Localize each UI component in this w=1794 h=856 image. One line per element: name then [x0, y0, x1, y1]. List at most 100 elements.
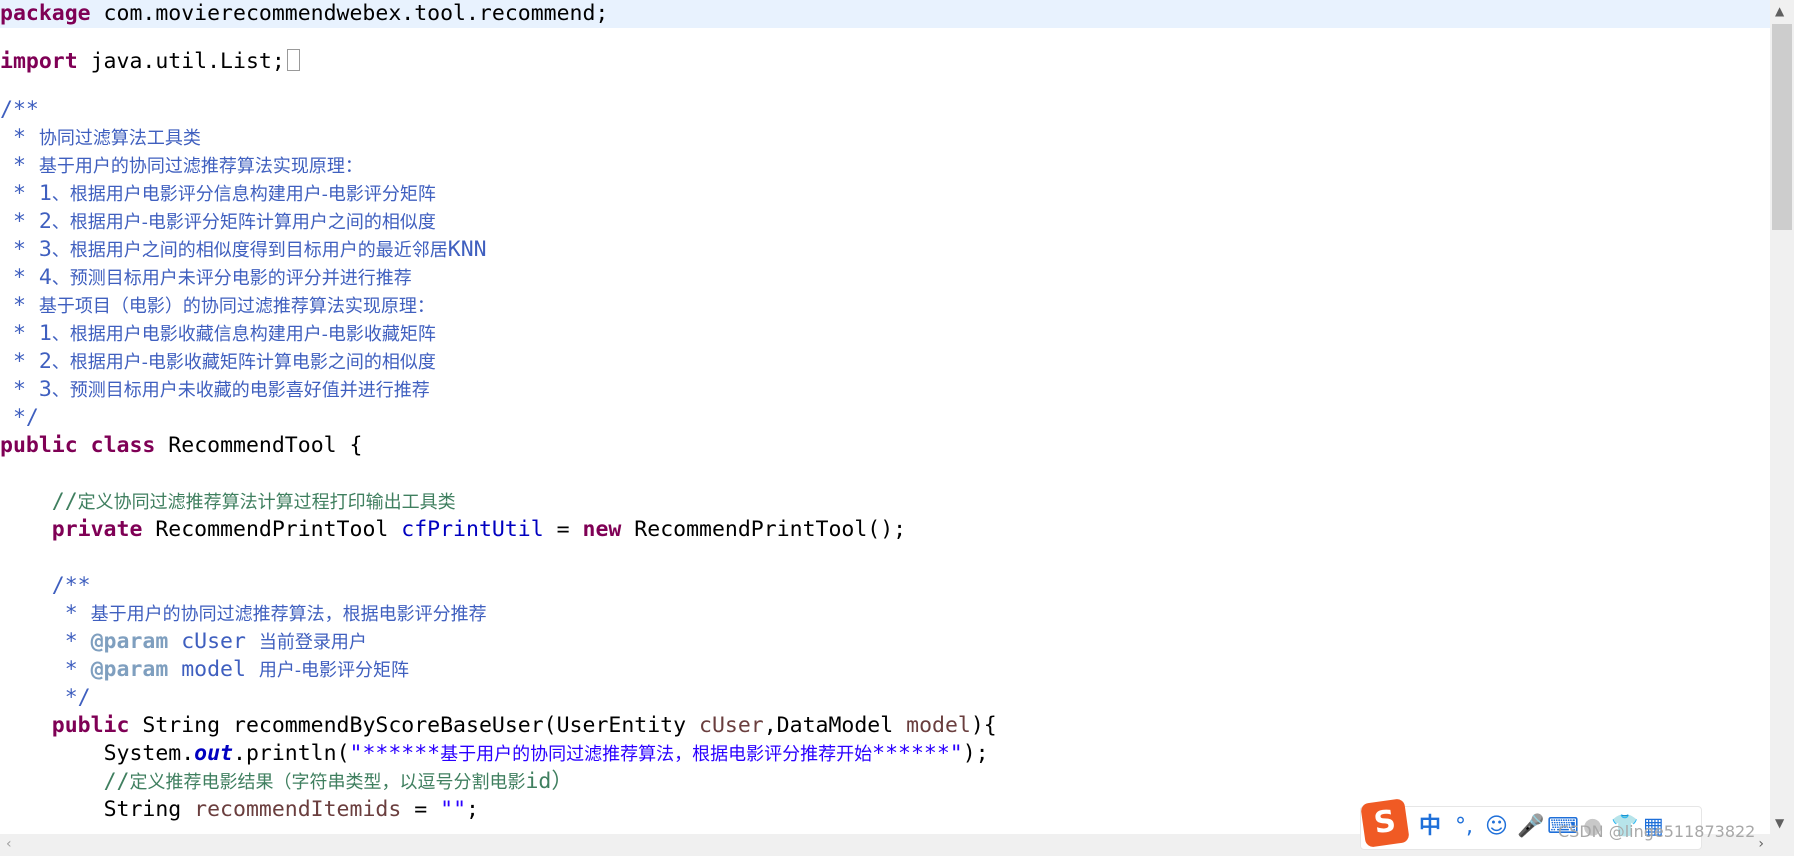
keyword-public: public [51, 713, 130, 738]
sogou-logo-icon[interactable]: S [1360, 798, 1410, 848]
println-end: ); [962, 741, 989, 766]
static-field-out: out [194, 741, 234, 766]
javadoc-number: 2 [38, 209, 52, 234]
comment-slash: // [103, 769, 130, 794]
javadoc-text: 基于用户的协同过滤推荐算法实现原理： [38, 156, 363, 177]
code-editor[interactable]: package com.movierecommendwebex.tool.rec… [0, 0, 1770, 834]
scroll-left-icon[interactable]: ‹ [6, 836, 12, 852]
javadoc-line: * 1、根据用户电影收藏信息构建用户-电影收藏矩阵 [0, 321, 436, 346]
javadoc-close-text: */ [0, 405, 39, 430]
code-line-comment: //定义协同过滤推荐算法计算过程打印输出工具类 [0, 488, 1770, 516]
variable-type: String [103, 797, 195, 822]
javadoc-line: * 基于项目（电影）的协同过滤推荐算法实现原理： [0, 293, 435, 318]
param-cuser: cUser [699, 713, 764, 738]
keyword-package: package [0, 1, 91, 26]
class-name: RecommendTool { [155, 433, 363, 458]
folded-imports-marker[interactable] [286, 49, 300, 71]
comment-slash: // [51, 489, 78, 514]
javadoc-param-name: model [168, 657, 259, 682]
javadoc-number: 3 [38, 377, 52, 402]
javadoc-text: 、根据用户电影收藏信息构建用户-电影收藏矩阵 [51, 324, 436, 345]
javadoc-number: 3 [38, 237, 52, 262]
chinese-mode-icon[interactable]: 中 [1419, 814, 1441, 840]
field-type: RecommendPrintTool [142, 517, 402, 542]
javadoc-close: */ [0, 404, 1770, 432]
javadoc-param-tag: @param [90, 629, 169, 654]
scroll-down-icon[interactable]: ▼ [1775, 816, 1784, 830]
method-javadoc-close: */ [0, 684, 1770, 712]
javadoc-line: * 3、预测目标用户未收藏的电影喜好值并进行推荐 [0, 377, 430, 402]
scroll-up-icon[interactable]: ▲ [1775, 4, 1784, 18]
javadoc-text: 、预测目标用户未评分电影的评分并进行推荐 [51, 268, 412, 289]
javadoc-param-desc: 当前登录用户 [258, 632, 367, 653]
javadoc-open-text: /** [0, 97, 39, 122]
javadoc-line: * 2、根据用户-电影评分矩阵计算用户之间的相似度 [0, 209, 436, 234]
javadoc-line: * 2、根据用户-电影收藏矩阵计算电影之间的相似度 [0, 349, 436, 374]
javadoc-param-desc: 用户-电影评分矩阵 [258, 660, 409, 681]
variable-assign: = [401, 797, 441, 822]
string-literal-cn: 基于用户的协同过滤推荐算法，根据电影评分推荐开始 [440, 744, 873, 765]
field-assign: = [543, 517, 583, 542]
method-javadoc-param: * @param model 用户-电影评分矩阵 [0, 657, 409, 682]
microphone-icon[interactable]: 🎤 [1517, 814, 1544, 840]
punctuation-icon[interactable]: °, [1455, 814, 1473, 840]
string-literal: "****** [349, 741, 441, 766]
variable-name: recommendItemids [194, 797, 402, 822]
javadoc-text: 、根据用户电影评分信息构建用户-电影评分矩阵 [51, 184, 436, 205]
javadoc-text: 协同过滤算法工具类 [38, 128, 201, 149]
emoji-icon[interactable]: ☺ [1485, 814, 1508, 840]
code-line-comment: //定义推荐电影结果（字符串类型，以逗号分割电影id） [0, 768, 1770, 796]
scrollbar-thumb[interactable] [1772, 24, 1792, 230]
keyword-class: class [90, 433, 156, 458]
method-signature-end: ){ [970, 713, 997, 738]
javadoc-line: * 3、根据用户之间的相似度得到目标用户的最近邻居KNN [0, 237, 487, 262]
method-javadoc-open: /** [0, 572, 1770, 600]
code-line-package: package com.movierecommendwebex.tool.rec… [0, 0, 1770, 28]
method-javadoc-param: * @param cUser 当前登录用户 [0, 629, 367, 654]
code-line-field: private RecommendPrintTool cfPrintUtil =… [0, 516, 1770, 544]
javadoc-text: 、根据用户-电影收藏矩阵计算电影之间的相似度 [51, 352, 436, 373]
javadoc-close-text: */ [51, 685, 91, 710]
javadoc-text: 、根据用户之间的相似度得到目标用户的最近邻居 [51, 240, 448, 261]
comment-tail: id） [525, 769, 573, 794]
javadoc-number: 2 [38, 349, 52, 374]
javadoc-text: 、根据用户-电影评分矩阵计算用户之间的相似度 [51, 212, 436, 233]
println-call: .println( [233, 741, 350, 766]
javadoc-param-name: cUser [168, 629, 259, 654]
method-signature: String recommendByScoreBaseUser(UserEnti… [129, 713, 699, 738]
javadoc-open-text: /** [51, 573, 91, 598]
string-literal: "" [440, 797, 467, 822]
statement-end: ; [466, 797, 479, 822]
csdn-watermark: CSDN @linge511873822 [1558, 822, 1756, 841]
javadoc-line: * 基于用户的协同过滤推荐算法实现原理： [0, 153, 363, 178]
javadoc-open: /** [0, 96, 1770, 124]
keyword-private: private [51, 517, 143, 542]
code-line-println: System.out.println("******基于用户的协同过滤推荐算法，… [0, 740, 1770, 768]
field-initializer: RecommendPrintTool(); [621, 517, 907, 542]
system-class: System. [103, 741, 195, 766]
string-literal: ******" [872, 741, 963, 766]
comment-text: 定义协同过滤推荐算法计算过程打印输出工具类 [77, 492, 456, 513]
javadoc-text: 、预测目标用户未收藏的电影喜好值并进行推荐 [51, 380, 430, 401]
javadoc-line: * 1、根据用户电影评分信息构建用户-电影评分矩阵 [0, 181, 436, 206]
keyword-public: public [0, 433, 78, 458]
param-model: model [906, 713, 971, 738]
javadoc-number: 1 [38, 181, 52, 206]
package-name: com.movierecommendwebex.tool.recommend; [90, 1, 609, 26]
keyword-new: new [582, 517, 622, 542]
code-line-method: public String recommendByScoreBaseUser(U… [0, 712, 1770, 740]
javadoc-number: 4 [38, 265, 52, 290]
vertical-scrollbar[interactable]: ▲ ▼ [1770, 0, 1794, 834]
method-javadoc-line: * 基于用户的协同过滤推荐算法，根据电影评分推荐 [0, 601, 487, 626]
javadoc-text: 基于用户的协同过滤推荐算法，根据电影评分推荐 [90, 604, 487, 625]
javadoc-line: * 协同过滤算法工具类 [0, 125, 201, 150]
javadoc-text: 基于项目（电影）的协同过滤推荐算法实现原理： [38, 296, 435, 317]
comment-text: 定义推荐电影结果（字符串类型，以逗号分割电影 [129, 772, 526, 793]
code-line-import: import java.util.List; [0, 48, 1770, 76]
javadoc-knn: KNN [447, 237, 487, 262]
javadoc-param-tag: @param [90, 657, 169, 682]
scroll-right-icon[interactable]: › [1758, 836, 1764, 852]
keyword-import: import [0, 49, 78, 74]
javadoc-number: 1 [38, 321, 52, 346]
method-signature: ,DataModel [763, 713, 907, 738]
